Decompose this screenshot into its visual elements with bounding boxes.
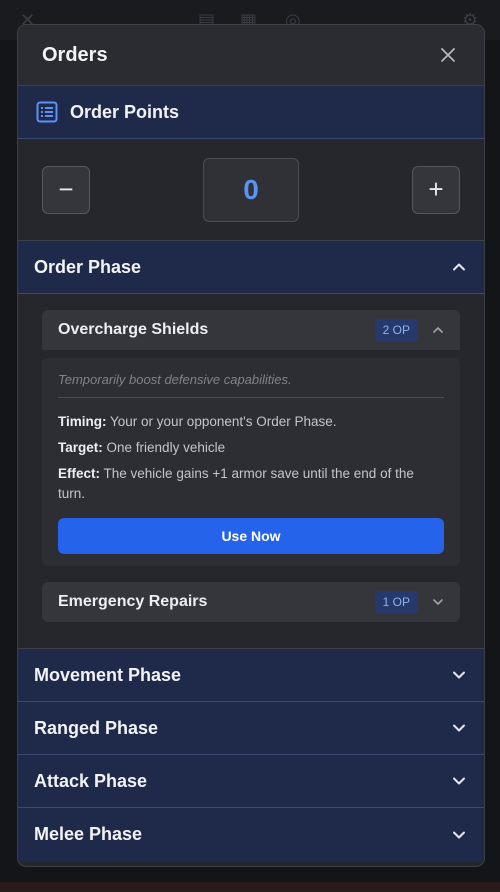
modal-header: Orders — [18, 25, 484, 86]
chevron-up-icon — [433, 327, 443, 333]
order-phase-content: Overcharge Shields 2 OP Temporarily boos… — [18, 294, 484, 649]
effect-value: The vehicle gains +1 armor save until th… — [58, 466, 414, 501]
phase-header-ranged[interactable]: Ranged Phase — [18, 702, 484, 755]
timing-label: Timing: — [58, 414, 107, 429]
target-label: Target: — [58, 440, 103, 455]
effect-label: Effect: — [58, 466, 101, 481]
order-name: Overcharge Shields — [58, 321, 209, 338]
decrement-button[interactable]: − — [42, 165, 90, 214]
phase-title: Melee Phase — [34, 824, 143, 844]
order-details: Temporarily boost defensive capabilities… — [42, 358, 460, 566]
order-name: Emergency Repairs — [58, 593, 208, 610]
order-points-stepper: − 0 + — [18, 139, 484, 241]
phase-header-attack[interactable]: Attack Phase — [18, 755, 484, 808]
background-bottom-strip — [0, 882, 500, 892]
modal-title: Orders — [42, 43, 108, 66]
phase-title: Movement Phase — [34, 664, 182, 685]
order-header-emergency-repairs[interactable]: Emergency Repairs 1 OP — [42, 582, 460, 622]
phase-title: Ranged Phase — [34, 717, 159, 738]
phase-header-order[interactable]: Order Phase — [18, 241, 484, 294]
phase-header-melee[interactable]: Melee Phase — [18, 808, 484, 861]
chevron-down-icon — [433, 599, 443, 605]
order-target: Target: One friendly vehicle — [58, 438, 444, 458]
timing-value: Your or your opponent's Order Phase. — [110, 414, 337, 429]
order-timing: Timing: Your or your opponent's Order Ph… — [58, 412, 444, 432]
chevron-down-icon — [453, 671, 465, 679]
chevron-down-icon — [453, 777, 465, 785]
op-cost-badge: 1 OP — [374, 591, 418, 613]
order-points-header: Order Points — [18, 86, 484, 139]
chevron-down-icon — [453, 831, 465, 838]
use-now-button[interactable]: Use Now — [58, 518, 444, 554]
close-icon — [441, 48, 455, 62]
close-button[interactable] — [436, 43, 460, 67]
phase-title: Order Phase — [34, 256, 142, 277]
phase-header-movement[interactable]: Movement Phase — [18, 649, 484, 702]
orders-modal: Orders Order Points − 0 + Order Phase Ov… — [17, 24, 485, 867]
chevron-down-icon — [453, 724, 465, 732]
chevron-up-icon — [453, 263, 465, 271]
order-description: Temporarily boost defensive capabilities… — [58, 372, 444, 398]
increment-button[interactable]: + — [412, 165, 460, 214]
op-cost-badge: 2 OP — [374, 319, 418, 341]
order-points-title: Order Points — [70, 101, 180, 122]
target-value: One friendly vehicle — [106, 440, 226, 455]
phase-title: Attack Phase — [34, 770, 148, 791]
order-header-overcharge-shields[interactable]: Overcharge Shields 2 OP — [42, 310, 460, 350]
order-effect: Effect: The vehicle gains +1 armor save … — [58, 464, 444, 504]
list-icon — [36, 101, 58, 123]
order-points-value: 0 — [203, 157, 299, 222]
